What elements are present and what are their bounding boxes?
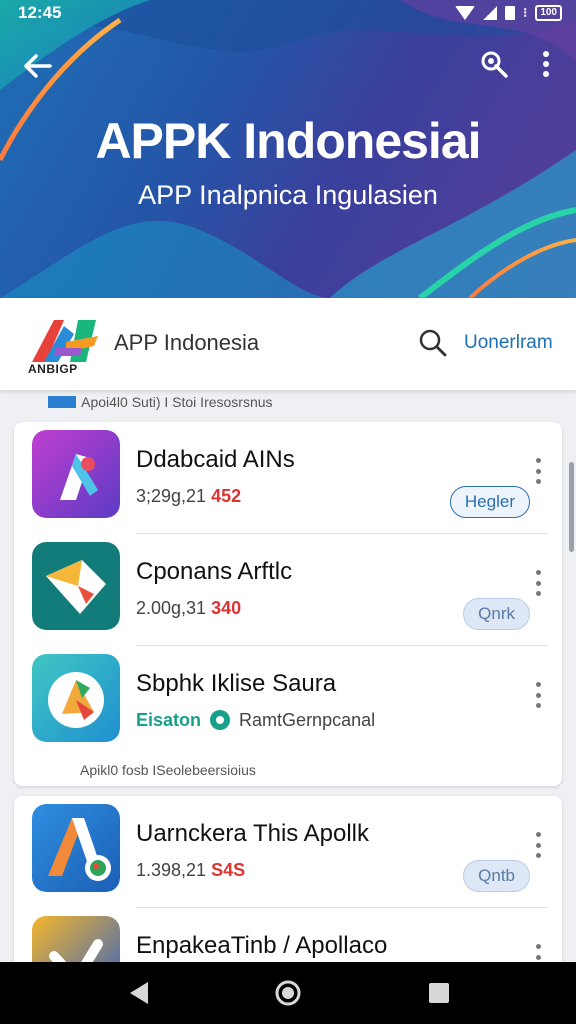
- app-title: Uarnckera This Apollk: [136, 820, 369, 847]
- list-item[interactable]: Cponans Arftlc 2.00g,31 340 Qnrk: [14, 534, 562, 646]
- status-bar: 12:45 ⁝ 100: [0, 0, 576, 26]
- section-caption: Apikl0 fosb ISeolebeersioius: [80, 762, 256, 778]
- arrow-left-icon[interactable]: [20, 48, 56, 84]
- list-item[interactable]: Uarnckera This Apollk 1.398,21 S4S Qntb: [14, 796, 562, 908]
- more-vert-icon[interactable]: [532, 458, 544, 484]
- battery-icon: 100: [535, 5, 562, 21]
- sim-icon: [505, 6, 516, 20]
- search-icon[interactable]: [418, 328, 448, 358]
- app-list-card: Ddabcaid AINs 3;29g,21 452 Hegler Cponan…: [14, 422, 562, 786]
- verified-badge-icon: [210, 710, 231, 730]
- list-item[interactable]: Ddabcaid AINs 3;29g,21 452 Hegler: [14, 422, 562, 534]
- app-meta: 1.398,21 S4S: [136, 860, 246, 880]
- signal-icon: [483, 6, 498, 20]
- app-title: Sbphk Iklise Saura: [136, 670, 337, 697]
- wifi-icon: [455, 6, 476, 20]
- more-vert-icon[interactable]: [530, 48, 562, 80]
- back-triangle-icon[interactable]: [124, 978, 154, 1008]
- app-title: Ddabcaid AINs: [136, 446, 295, 473]
- list-item[interactable]: Sbphk Iklise Saura Eisaton RamtGernpcana…: [14, 646, 562, 758]
- navigation-bar: [0, 962, 576, 1024]
- status-time: 12:45: [18, 3, 62, 22]
- app-icon-purple: [32, 430, 120, 518]
- home-circle-icon[interactable]: [273, 978, 303, 1008]
- hero-title: APPK Indonesiai: [95, 113, 481, 169]
- app-action-button[interactable]: Hegler: [449, 486, 530, 518]
- hero-subtitle: APP Inalpnica Ingulasien: [138, 180, 438, 210]
- more-vert-icon[interactable]: [532, 570, 544, 596]
- app-logo-text: ANBIGP: [28, 362, 78, 376]
- section-flag-icon: [48, 396, 76, 408]
- app-action-button[interactable]: Qnrk: [463, 598, 530, 630]
- app-icon-teal: [32, 542, 120, 630]
- more-vert-icon[interactable]: [532, 682, 544, 708]
- scrollbar[interactable]: [569, 462, 574, 552]
- section-caption: Apoi4l0 Suti) I Stoi Iresosrsnus: [48, 394, 273, 410]
- app-meta: Eisaton RamtGernpcanal: [136, 710, 376, 730]
- app-action-button[interactable]: Qntb: [463, 860, 530, 892]
- app-meta: 3;29g,21 452: [136, 486, 242, 506]
- app-icon-cyan: [32, 654, 120, 742]
- app-icon-blue: [32, 804, 120, 892]
- puzzle-icon[interactable]: [478, 48, 510, 80]
- vibrate-icon: ⁝: [523, 5, 528, 20]
- app-header-name: APP Indonesia: [114, 330, 260, 355]
- app-title: EnpakeaTinb / Apollaco: [136, 932, 388, 959]
- app-header: ANBIGP APP Indonesia Uonerlram: [0, 298, 576, 390]
- recents-square-icon[interactable]: [424, 978, 454, 1008]
- header-link[interactable]: Uonerlram: [464, 332, 553, 354]
- app-title: Cponans Arftlc: [136, 558, 293, 585]
- more-vert-icon[interactable]: [532, 832, 544, 858]
- status-icons: ⁝ 100: [455, 5, 562, 21]
- app-meta: 2.00g,31 340: [136, 598, 242, 618]
